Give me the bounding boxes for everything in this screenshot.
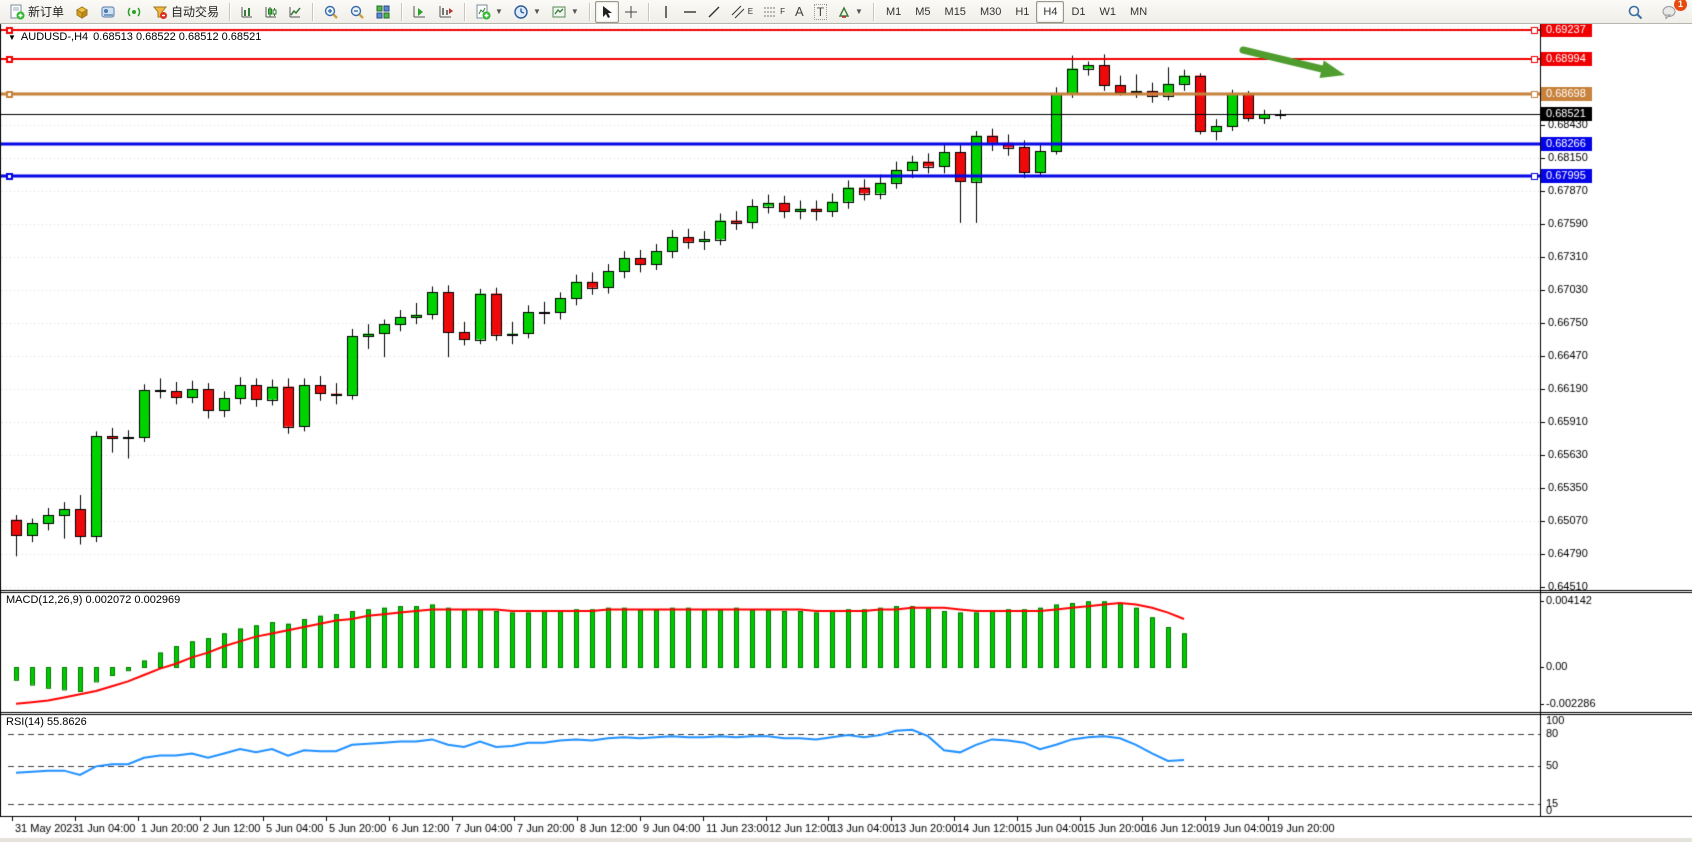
market-watch-button[interactable] (95, 1, 121, 23)
indicators-icon (475, 4, 491, 20)
price-axis[interactable] (1540, 24, 1692, 816)
main-chart-pane[interactable] (0, 24, 1540, 590)
channel-tool-button[interactable]: E (726, 1, 758, 23)
vertical-line-tool-button[interactable] (654, 1, 678, 23)
zoom-out-button[interactable] (344, 1, 370, 23)
channel-icon (731, 5, 745, 19)
time-axis[interactable] (0, 816, 1540, 838)
clock-icon (513, 4, 529, 20)
line-chart-icon (288, 5, 302, 19)
templates-button[interactable]: ▼ (546, 1, 584, 23)
trendline-icon (707, 5, 721, 19)
fibo-glyph: F (780, 7, 785, 16)
zoom-in-button[interactable] (318, 1, 344, 23)
template-icon (551, 4, 567, 20)
tile-windows-button[interactable] (370, 1, 396, 23)
dropdown-arrow-icon: ▼ (571, 7, 579, 16)
indicators-button[interactable]: ▼ (470, 1, 508, 23)
timeframe-m1-button[interactable]: M1 (879, 1, 908, 23)
candle-chart-icon (264, 5, 278, 19)
candle-chart-button[interactable] (259, 1, 283, 23)
timeframe-w1-button[interactable]: W1 (1093, 1, 1124, 23)
chart-shift-button[interactable] (433, 1, 459, 23)
notification-badge: 1 (1674, 0, 1687, 11)
fibonacci-icon (763, 5, 777, 19)
auto-trading-icon (152, 4, 168, 20)
profile-cube-icon (74, 4, 90, 20)
toolbar-separator (464, 3, 465, 21)
trendline-tool-button[interactable] (702, 1, 726, 23)
timeframe-d1-button[interactable]: D1 (1064, 1, 1092, 23)
symbol-label: AUDUSD-,H4 (21, 31, 88, 43)
auto-trading-button[interactable]: 自动交易 (147, 1, 224, 23)
timeframe-m5-button[interactable]: M5 (908, 1, 937, 23)
quote-ohlc-label: 0.68513 0.68522 0.68512 0.68521 (93, 31, 261, 43)
toolbar-separator (648, 3, 649, 21)
line-chart-button[interactable] (283, 1, 307, 23)
timeframe-m15-button[interactable]: M15 (938, 1, 973, 23)
toolbar: 新订单 自动交易 (0, 0, 1692, 24)
auto-scroll-icon (412, 4, 428, 20)
notifications-button[interactable]: 1 (1656, 1, 1682, 23)
macd-header-label: MACD(12,26,9) 0.002072 0.002969 (6, 594, 180, 606)
signals-button[interactable] (121, 1, 147, 23)
timeframe-mn-button[interactable]: MN (1123, 1, 1154, 23)
chart-profile-button[interactable] (69, 1, 95, 23)
rsi-header-label: RSI(14) 55.8626 (6, 716, 87, 728)
vertical-line-icon (659, 5, 673, 19)
new-order-label: 新订单 (28, 3, 64, 20)
toolbar-separator (589, 3, 590, 21)
macd-pane[interactable] (0, 592, 1540, 712)
search-button[interactable] (1622, 1, 1648, 23)
market-watch-icon (100, 4, 116, 20)
dropdown-arrow-icon: ▼ (855, 7, 863, 16)
timeframe-h4-button[interactable]: H4 (1036, 1, 1064, 23)
text-tool-glyph: A (795, 4, 804, 19)
timeframe-m30-button[interactable]: M30 (973, 1, 1008, 23)
toolbar-separator (229, 3, 230, 21)
text-tool-button[interactable]: A (790, 1, 809, 23)
horizontal-line-icon (683, 5, 697, 19)
search-icon (1627, 4, 1643, 20)
horizontal-line-tool-button[interactable] (678, 1, 702, 23)
timeframe-group: M1 M5 M15 M30 H1 H4 D1 W1 MN (879, 1, 1154, 23)
arrows-tool-icon (837, 5, 851, 19)
crosshair-tool-button[interactable] (619, 1, 643, 23)
arrows-tool-button[interactable]: ▼ (832, 1, 868, 23)
symbol-header[interactable]: ▼ AUDUSD-,H4 0.68513 0.68522 0.68512 0.6… (8, 31, 261, 43)
label-tool-glyph: T (814, 4, 827, 20)
channel-glyph: E (748, 7, 753, 16)
cursor-tool-button[interactable] (595, 1, 619, 23)
cursor-icon (600, 5, 614, 19)
tile-windows-icon (375, 4, 391, 20)
crosshair-icon (624, 5, 638, 19)
zoom-out-icon (349, 4, 365, 20)
toolbar-separator (312, 3, 313, 21)
periods-button[interactable]: ▼ (508, 1, 546, 23)
chart-shift-icon (438, 4, 454, 20)
toolbar-separator (873, 3, 874, 21)
new-order-button[interactable]: 新订单 (4, 1, 69, 23)
zoom-in-icon (323, 4, 339, 20)
bar-chart-icon (240, 5, 254, 19)
toolbar-separator (401, 3, 402, 21)
label-tool-button[interactable]: T (809, 1, 832, 23)
auto-trading-label: 自动交易 (171, 3, 219, 20)
signal-icon (126, 4, 142, 20)
new-order-icon (9, 4, 25, 20)
rsi-pane[interactable] (0, 714, 1540, 816)
collapse-triangle-icon: ▼ (8, 33, 16, 42)
dropdown-arrow-icon: ▼ (495, 7, 503, 16)
dropdown-arrow-icon: ▼ (533, 7, 541, 16)
auto-scroll-button[interactable] (407, 1, 433, 23)
timeframe-h1-button[interactable]: H1 (1008, 1, 1036, 23)
bar-chart-button[interactable] (235, 1, 259, 23)
fibonacci-tool-button[interactable]: F (758, 1, 790, 23)
mt4-window: 新订单 自动交易 (0, 0, 1692, 842)
